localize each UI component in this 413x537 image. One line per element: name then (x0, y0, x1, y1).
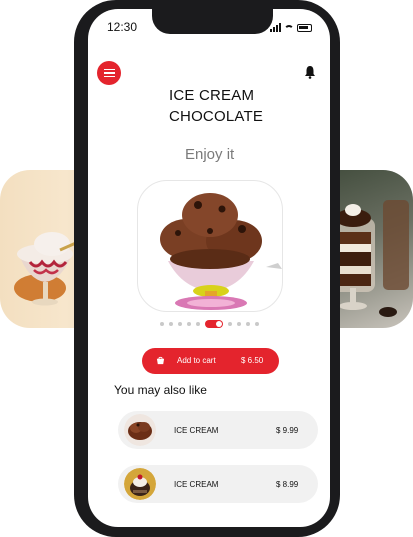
page-subtitle: Enjoy it (185, 146, 235, 163)
battery-icon (297, 24, 312, 32)
title-line-2: CHOCOLATE (169, 108, 264, 125)
item-thumbnail (124, 468, 156, 500)
item-name: ICE CREAM (174, 480, 219, 489)
add-to-cart-label: Add to cart (177, 356, 216, 365)
pagination-dot[interactable] (196, 322, 200, 326)
pagination-dot[interactable] (246, 322, 250, 326)
bell-icon[interactable] (304, 65, 316, 79)
chocolate-ice-cream-image (160, 193, 282, 310)
page-title: ICE CREAM CHOCOLATE (169, 85, 263, 127)
item-thumbnail (124, 414, 156, 446)
recommendation-item[interactable]: ICE CREAM $ 8.99 (118, 465, 318, 503)
item-name: ICE CREAM (174, 426, 219, 435)
cart-icon (156, 356, 165, 365)
wifi-icon (284, 25, 294, 32)
pagination-dot[interactable] (169, 322, 173, 326)
add-to-cart-button[interactable]: Add to cart $ 6.50 (142, 348, 279, 374)
status-time: 12:30 (107, 20, 138, 34)
item-price: $ 9.99 (276, 426, 299, 435)
menu-button[interactable] (97, 61, 121, 85)
signal-icon (270, 23, 281, 32)
carousel-pagination[interactable] (160, 320, 259, 328)
pagination-dot[interactable] (255, 322, 259, 326)
pagination-dot[interactable] (228, 322, 232, 326)
recommendation-item[interactable]: ICE CREAM $ 9.99 (118, 411, 318, 449)
title-line-1: ICE CREAM (169, 87, 255, 104)
pagination-dot-active[interactable] (205, 320, 223, 328)
status-icons (270, 23, 312, 32)
pagination-dot[interactable] (187, 322, 191, 326)
pagination-dot[interactable] (237, 322, 241, 326)
item-price: $ 8.99 (276, 480, 299, 489)
pagination-dot[interactable] (160, 322, 164, 326)
carousel-slide-main[interactable] (137, 180, 283, 312)
recommendations-heading: You may also like (114, 383, 207, 397)
pagination-dot[interactable] (178, 322, 182, 326)
app-mockup: 12:30 ICE CREAM CHOCOLATE Enjoy it Add t… (0, 0, 413, 537)
menu-icon (103, 68, 115, 71)
phone-notch (152, 8, 273, 34)
add-to-cart-price: $ 6.50 (241, 356, 264, 365)
